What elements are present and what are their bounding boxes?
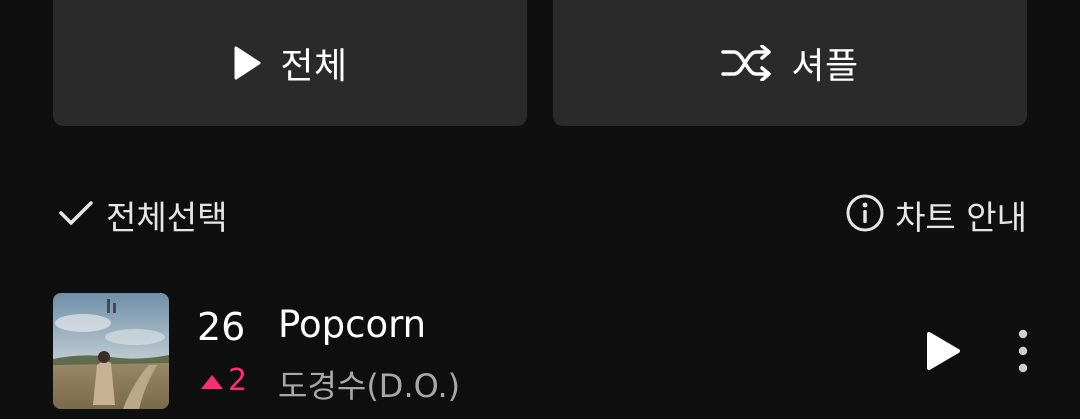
play-all-label: 전체	[280, 46, 348, 87]
select-all-toggle[interactable]: 전체선택	[58, 190, 227, 240]
rank-up-icon	[200, 363, 224, 398]
rank-number: 26	[197, 305, 246, 349]
select-all-label: 전체선택	[106, 198, 228, 237]
chart-info-label: 차트 안내	[895, 198, 1027, 237]
checkmark-icon	[58, 198, 94, 232]
play-all-button[interactable]: 전체	[53, 0, 527, 126]
track-row[interactable]: 26 2 Popcorn 도경수(D.O.)	[0, 293, 1080, 409]
more-options-icon[interactable]	[1008, 329, 1038, 373]
track-artist[interactable]: 도경수(D.O.)	[278, 361, 460, 407]
track-play-button[interactable]	[920, 329, 964, 373]
info-icon	[845, 193, 885, 237]
play-icon	[232, 45, 262, 81]
shuffle-icon	[721, 45, 773, 81]
chart-screen: 전체 셔플 전체선택 차트 안내 26 2 Popcorn 도경수(D.O.)	[0, 0, 1080, 419]
rank-change-value: 2	[228, 363, 248, 398]
chart-info-button[interactable]: 차트 안내	[845, 190, 1027, 240]
shuffle-button[interactable]: 셔플	[553, 0, 1027, 126]
track-title[interactable]: Popcorn	[278, 303, 426, 346]
album-art[interactable]	[53, 293, 169, 409]
shuffle-label: 셔플	[791, 46, 859, 87]
rank-change: 2	[200, 363, 247, 398]
